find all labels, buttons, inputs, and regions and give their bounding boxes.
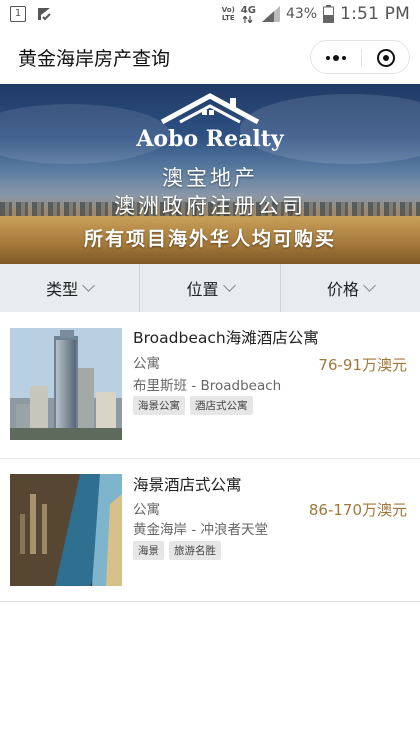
listing-tag: 海景公寓 — [133, 396, 185, 415]
close-miniprogram-button[interactable] — [361, 41, 411, 75]
listing-tag: 海景 — [133, 541, 164, 560]
more-dot-icon — [342, 56, 346, 60]
target-icon — [377, 49, 395, 67]
more-dot-icon — [326, 56, 330, 60]
listing-location: 黄金海岸 - 冲浪者天堂 — [133, 522, 268, 538]
list-item[interactable]: 海景酒店式公寓 公寓 86-170万澳元 黄金海岸 - 冲浪者天堂 海景 旅游名… — [0, 459, 420, 601]
filter-label: 类型 — [46, 280, 79, 299]
page-title: 黄金海岸房产查询 — [18, 48, 171, 70]
house-logo-icon — [160, 93, 260, 124]
check-flag-icon — [38, 8, 51, 21]
filter-type[interactable]: 类型 — [0, 264, 141, 312]
filter-location[interactable]: 位置 — [140, 264, 281, 312]
listing-type: 公寓 — [133, 356, 160, 372]
banner-line-3: 所有项目海外华人均可购买 — [83, 228, 336, 250]
clock: 1:51 PM — [340, 4, 410, 24]
listing-tag: 旅游名胜 — [169, 541, 221, 560]
data-arrows-icon — [243, 15, 253, 23]
chevron-down-icon — [222, 278, 236, 292]
more-button[interactable] — [311, 41, 361, 75]
listing-price: 76-91万澳元 — [318, 356, 407, 374]
network-type: 4G — [240, 4, 256, 16]
divider — [0, 601, 420, 602]
battery-icon — [323, 5, 335, 23]
coastline-image — [10, 474, 122, 586]
signal-icon — [261, 6, 280, 22]
filter-bar: 类型 位置 价格 — [0, 264, 420, 312]
building-image — [10, 328, 122, 440]
listing-type: 公寓 — [133, 502, 160, 518]
filter-label: 位置 — [186, 280, 219, 299]
more-dot-icon — [333, 55, 339, 61]
listing-tags: 海景 旅游名胜 — [133, 541, 221, 560]
property-photo — [10, 328, 122, 440]
filter-price[interactable]: 价格 — [281, 264, 420, 312]
battery-percent: 43% — [285, 6, 318, 22]
filter-label: 价格 — [326, 280, 359, 299]
listing-tag: 酒店式公寓 — [190, 396, 253, 415]
status-bar: 1 Vo) LTE 4G 43% 1:51 PM — [0, 0, 420, 30]
brand-name: Aobo Realty — [136, 126, 284, 152]
status-left-icons: 1 — [10, 6, 52, 22]
listing-tags: 海景公寓 酒店式公寓 — [133, 396, 253, 415]
property-photo — [10, 474, 122, 586]
sim-icon: 1 — [10, 6, 26, 22]
miniprogram-capsule — [310, 40, 410, 74]
listing-location: 布里斯班 - Broadbeach — [133, 378, 282, 394]
promo-banner[interactable]: Aobo Realty 澳宝地产 澳洲政府注册公司 所有项目海外华人均可购买 — [0, 84, 420, 264]
volte-indicator: Vo) LTE — [221, 6, 235, 22]
banner-line-1: 澳宝地产 — [162, 166, 258, 190]
chevron-down-icon — [362, 278, 376, 292]
banner-line-2: 澳洲政府注册公司 — [114, 194, 306, 218]
listing-price: 86-170万澳元 — [308, 501, 407, 519]
list-item[interactable]: Broadbeach海滩酒店公寓 公寓 76-91万澳元 布里斯班 - Broa… — [0, 312, 420, 458]
listing-title[interactable]: 海景酒店式公寓 — [133, 473, 242, 495]
status-right-icons: Vo) LTE 4G 43% 1:51 PM — [222, 4, 410, 24]
chevron-down-icon — [82, 278, 96, 292]
listing-title[interactable]: Broadbeach海滩酒店公寓 — [133, 326, 319, 348]
nav-bar: 黄金海岸房产查询 — [0, 30, 420, 84]
